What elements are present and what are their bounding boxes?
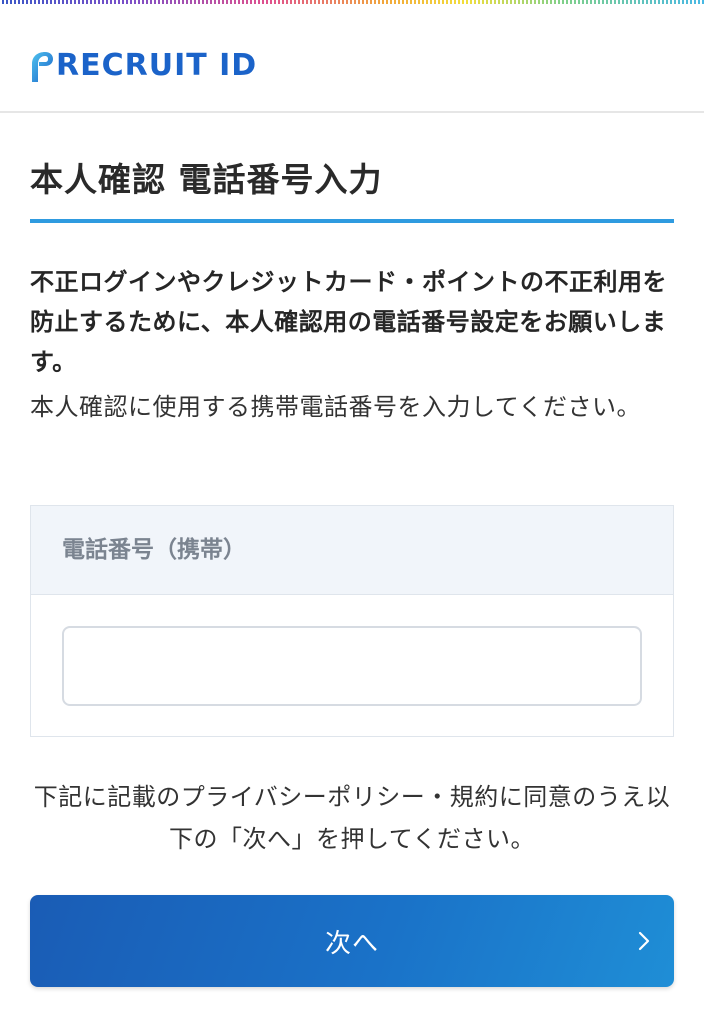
recruit-id-logo: RECRUIT ID [30,48,257,84]
next-button[interactable]: 次へ [30,895,674,987]
logo-text: RECRUIT ID [56,48,258,83]
description: 本人確認に使用する携帯電話番号を入力してください。 [30,393,642,421]
page-title: 本人確認 電話番号入力 [30,160,383,199]
phone-field-label: 電話番号（携帯） [62,537,246,563]
recruit-logo-mark-icon [32,52,53,82]
description-bold: 不正ログインやクレジットカード・ポイントの不正利用を防止するために、本人確認用の… [30,268,667,376]
consent-notice: 下記に記載のプライバシーポリシー・規約に同意のうえ以下の「次へ」を押してください… [33,783,671,853]
phone-field-header: 電話番号（携帯） [31,506,673,595]
next-button-label: 次へ [324,927,379,958]
header: RECRUIT ID [0,8,704,113]
phone-number-input[interactable] [62,626,642,706]
chevron-right-icon [638,931,650,951]
title-underline [30,219,674,223]
phone-field-group: 電話番号（携帯） [30,505,674,737]
top-decorative-stripe [0,0,704,8]
